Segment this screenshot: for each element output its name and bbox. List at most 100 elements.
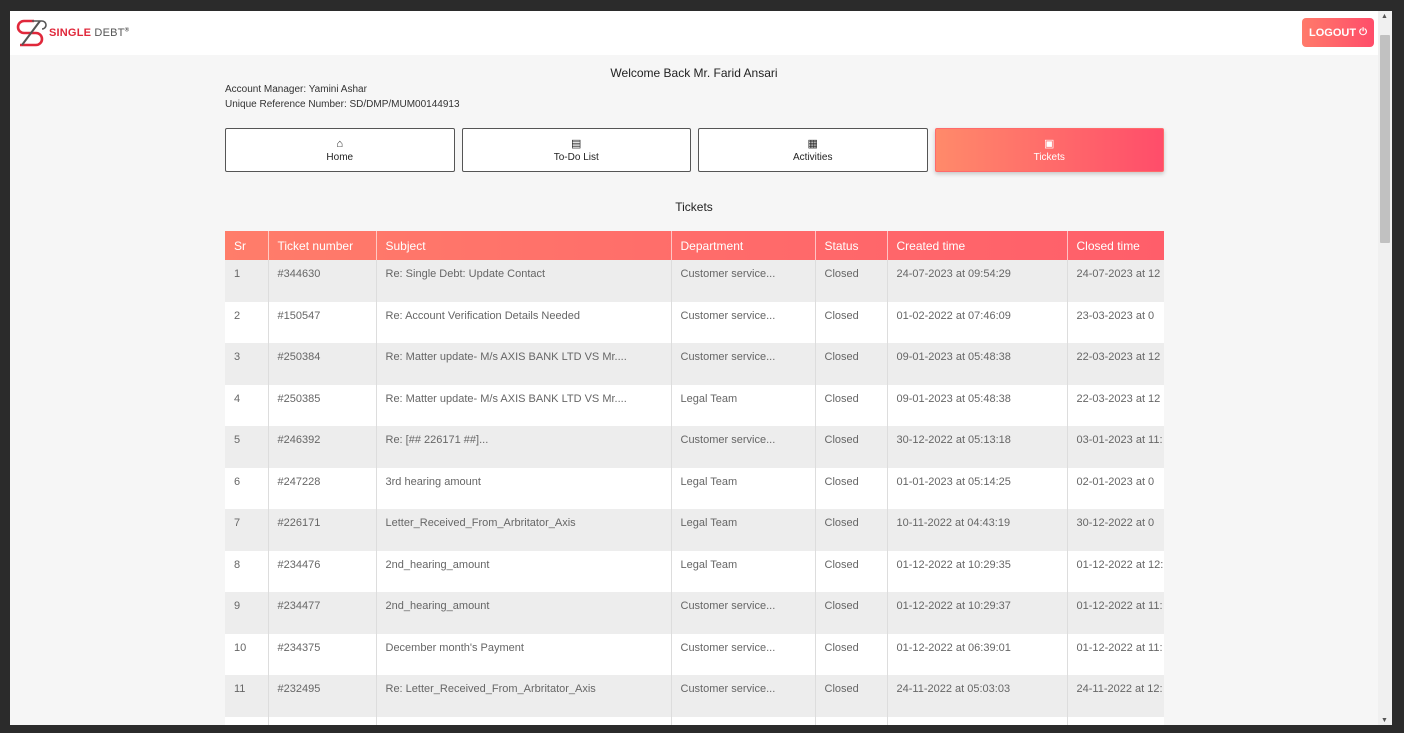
table-cell: Customer service... xyxy=(671,592,816,634)
table-cell: 30-12-2022 at 05:13:18 xyxy=(887,426,1068,468)
table-cell: 01-02-2022 at 07:46:09 xyxy=(887,301,1068,343)
table-cell: #234477 xyxy=(268,592,377,634)
table-cell: Letter_Received_From_Arbritator_Axis xyxy=(376,509,672,551)
column-header[interactable]: Department xyxy=(671,231,816,260)
table-cell: 09-01-2023 at 05:48:38 xyxy=(887,343,1068,385)
table-cell: 01-01-2023 at 05:14:25 xyxy=(887,467,1068,509)
table-cell: Customer service... xyxy=(671,426,816,468)
top-bar: SINGLE DEBT® LOGOUT ⏻ xyxy=(10,11,1378,55)
account-manager: Account Manager: Yamini Ashar xyxy=(225,84,367,95)
table-cell: 4 xyxy=(225,384,269,426)
table-cell: #226171 xyxy=(268,509,377,551)
vertical-scrollbar[interactable]: ▲ ▼ xyxy=(1378,11,1392,725)
table-row[interactable]: 8 #234476 2nd_hearing_amount Legal Team Clos… xyxy=(225,550,1164,592)
table-cell: 24-07-2023 at 09:54:29 xyxy=(887,260,1068,302)
table-row[interactable]: 11 #232495 Re: Letter_Received_From_Arbrit… xyxy=(225,675,1164,717)
table-cell: Re: Matter update- M/s AXIS BANK LTD VS … xyxy=(376,384,672,426)
table-cell: 2 xyxy=(225,301,269,343)
welcome-message: Welcome Back Mr. Farid Ansari xyxy=(610,66,778,80)
tab-home-label: Home xyxy=(326,151,354,163)
table-row[interactable]: 3 #250384 Re: Matter update- M/s AXIS BANK… xyxy=(225,343,1164,385)
table-cell: 01-12-2022 at 11: xyxy=(1067,592,1164,634)
tab-tickets[interactable]: ▣ Tickets xyxy=(934,128,1164,172)
table-cell: Closed xyxy=(815,550,888,592)
column-header[interactable]: Status xyxy=(815,231,888,260)
table-cell: 30-12-2022 at 0 xyxy=(1067,509,1164,551)
table-cell: 24-11-2022 at 05:03:03 xyxy=(887,675,1068,717)
table-cell: Customer service... xyxy=(671,675,816,717)
table-cell: Customer service... xyxy=(671,260,816,302)
table-row[interactable]: 5 #246392 Re: [## 226171 ##]... Customer se… xyxy=(225,426,1164,468)
brand-logo[interactable]: SINGLE DEBT® xyxy=(14,17,129,49)
table-cell: #250385 xyxy=(268,384,377,426)
table-cell: #250384 xyxy=(268,343,377,385)
table-cell: Closed xyxy=(815,260,888,302)
table-cell: 01-12-2022 at 11: xyxy=(1067,633,1164,675)
table-cell: #247228 xyxy=(268,467,377,509)
account-info: Account Manager: Yamini Ashar Unique Ref… xyxy=(225,82,460,112)
list-icon: ▤ xyxy=(571,137,582,150)
table-cell: 24-11-2022 at 12: xyxy=(1067,675,1164,717)
column-header[interactable]: Subject xyxy=(376,231,672,260)
ticket-icon: ▣ xyxy=(1044,137,1055,150)
tab-todo-list[interactable]: ▤ To-Do List xyxy=(461,128,691,172)
logout-button[interactable]: LOGOUT ⏻ xyxy=(1302,18,1374,47)
table-cell xyxy=(815,716,888,725)
table-cell xyxy=(671,716,816,725)
column-header[interactable]: Created time xyxy=(887,231,1068,260)
table-cell: 01-12-2022 at 10:29:37 xyxy=(887,592,1068,634)
table-cell: Re: Letter_Received_From_Arbritator_Axis xyxy=(376,675,672,717)
table-cell: Re: Single Debt: Update Contact xyxy=(376,260,672,302)
table-row[interactable] xyxy=(225,716,1164,725)
table-cell: 5 xyxy=(225,426,269,468)
table-cell xyxy=(1067,716,1164,725)
column-header[interactable]: Sr xyxy=(225,231,269,260)
tickets-table: Sr Ticket number Subject Department Status Cr… xyxy=(225,231,1164,725)
column-header[interactable]: Closed time xyxy=(1067,231,1164,260)
table-cell: Closed xyxy=(815,426,888,468)
tickets-table-container[interactable]: Sr Ticket number Subject Department Status Cr… xyxy=(225,231,1164,725)
table-row[interactable]: 7 #226171 Letter_Received_From_Arbritator_… xyxy=(225,509,1164,551)
table-cell: Closed xyxy=(815,675,888,717)
brand-name: SINGLE DEBT® xyxy=(49,27,130,39)
table-row[interactable]: 9 #234477 2nd_hearing_amount Customer servi… xyxy=(225,592,1164,634)
table-cell: Legal Team xyxy=(671,467,816,509)
table-cell: 09-01-2023 at 05:48:38 xyxy=(887,384,1068,426)
table-cell: 24-07-2023 at 12 xyxy=(1067,260,1164,302)
table-cell: 8 xyxy=(225,550,269,592)
table-cell xyxy=(887,716,1068,725)
table-cell: 10-11-2022 at 04:43:19 xyxy=(887,509,1068,551)
scroll-down-arrow-icon[interactable]: ▼ xyxy=(1381,717,1388,724)
table-cell: 9 xyxy=(225,592,269,634)
scrollbar-thumb[interactable] xyxy=(1380,35,1390,243)
power-icon: ⏻ xyxy=(1359,27,1367,38)
table-cell: 2nd_hearing_amount xyxy=(376,550,672,592)
table-cell: #150547 xyxy=(268,301,377,343)
table-row[interactable]: 4 #250385 Re: Matter update- M/s AXIS BANK… xyxy=(225,384,1164,426)
table-cell: 22-03-2023 at 12 xyxy=(1067,384,1164,426)
table-cell: Legal Team xyxy=(671,509,816,551)
table-cell: 03-01-2023 at 11: xyxy=(1067,426,1164,468)
scroll-up-arrow-icon[interactable]: ▲ xyxy=(1381,13,1388,20)
tab-home[interactable]: ⌂ Home xyxy=(225,128,455,172)
table-cell: Closed xyxy=(815,509,888,551)
table-cell: 01-12-2022 at 12: xyxy=(1067,550,1164,592)
table-row[interactable]: 1 #344630 Re: Single Debt: Update Contact C… xyxy=(225,260,1164,302)
table-cell: #232495 xyxy=(268,675,377,717)
app-window: SINGLE DEBT® LOGOUT ⏻ Welcome Back Mr. F… xyxy=(10,11,1378,725)
table-cell: Closed xyxy=(815,301,888,343)
table-cell: Customer service... xyxy=(671,633,816,675)
tab-activities[interactable]: ▦ Activities xyxy=(698,128,928,172)
table-cell: Closed xyxy=(815,592,888,634)
logout-label: LOGOUT xyxy=(1309,26,1357,39)
table-cell: Closed xyxy=(815,343,888,385)
table-cell: #234375 xyxy=(268,633,377,675)
table-row[interactable]: 6 #247228 3rd hearing amount Legal Team Clos… xyxy=(225,467,1164,509)
column-header[interactable]: Ticket number xyxy=(268,231,377,260)
table-cell: Legal Team xyxy=(671,384,816,426)
table-row[interactable]: 10 #234375 December month's Payment Custome… xyxy=(225,633,1164,675)
table-body: 1 #344630 Re: Single Debt: Update Contact C… xyxy=(225,260,1164,725)
table-row[interactable]: 2 #150547 Re: Account Verification Details… xyxy=(225,301,1164,343)
table-cell: Customer service... xyxy=(671,301,816,343)
table-header-row: Sr Ticket number Subject Department Status Cr… xyxy=(225,231,1164,260)
